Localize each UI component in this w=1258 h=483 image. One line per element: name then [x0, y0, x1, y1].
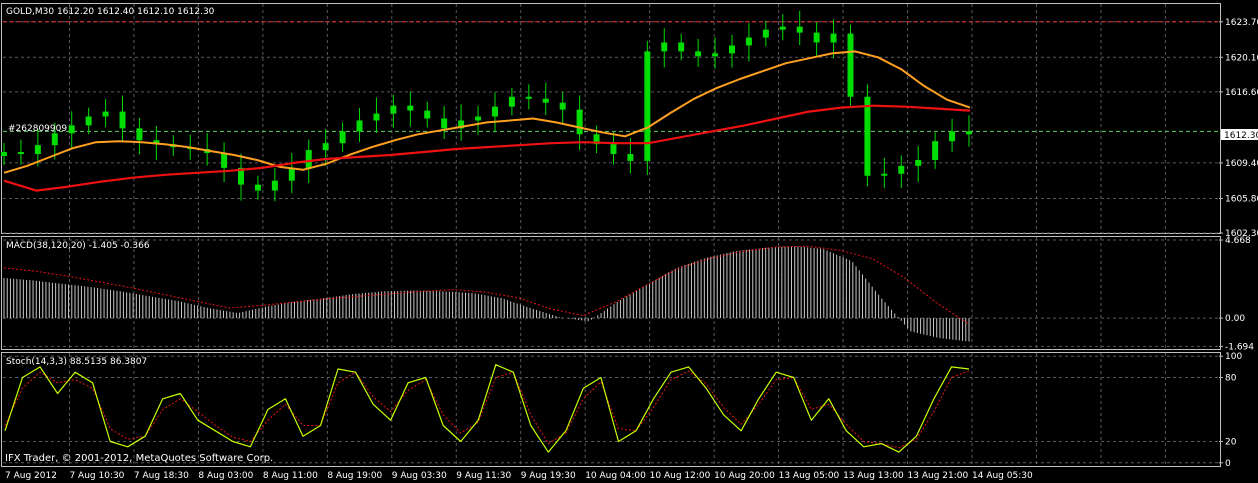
time-tick-label: 9 Aug 19:30 [521, 471, 576, 481]
time-tick-label: 13 Aug 13:00 [843, 471, 904, 481]
candle-body [864, 96, 871, 176]
trading-chart: 7 Aug 2012 7 Aug 10:30 7 Aug 18:30 8 Aug 03… [0, 0, 1258, 483]
y-tick-label: 20 [1225, 437, 1237, 447]
time-tick-label: 10 Aug 20:00 [714, 471, 775, 481]
time-tick-label: 10 Aug 04:00 [585, 471, 646, 481]
candle-body [678, 42, 685, 52]
y-tick-label: 1616.60 [1225, 88, 1258, 98]
stochastic-title: Stoch(14,3,3) 88.5135 86.3807 [6, 357, 147, 367]
chart-background [0, 0, 1258, 483]
time-tick-label: 8 Aug 03:00 [198, 471, 253, 481]
time-tick-label: 7 Aug 10:30 [69, 471, 124, 481]
time-tick-label: 14 Aug 05:30 [972, 471, 1033, 481]
candle-body [813, 32, 820, 43]
candle-body [288, 168, 295, 181]
candle-body [102, 111, 109, 117]
candle-body [68, 125, 75, 134]
time-tick-label: 9 Aug 11:30 [456, 471, 511, 481]
candle-body [441, 118, 448, 129]
time-tick-label: 7 Aug 18:30 [134, 471, 189, 481]
macd-title: MACD(38,120,20) -1.405 -0.366 [6, 241, 150, 251]
candle-body [525, 96, 532, 99]
copyright-label: IFX Trader, © 2001-2012, MetaQuotes Soft… [5, 453, 273, 464]
y-tick-label: 1620.10 [1225, 53, 1258, 63]
candle-body [796, 26, 803, 33]
y-tick-label: 1609.40 [1225, 159, 1258, 169]
candle-body [136, 128, 143, 141]
candle-body [119, 111, 126, 129]
candle-body [373, 113, 380, 121]
y-tick-label: 4.668 [1225, 236, 1251, 246]
current-price-label: 1612.30 [1224, 131, 1258, 141]
candle-body [915, 159, 922, 166]
candle-body [390, 105, 397, 114]
candle-body [305, 150, 312, 169]
candle-body [271, 180, 278, 191]
candle-body [34, 145, 41, 155]
candle-body [932, 141, 939, 160]
order-label: #262809909 [8, 124, 67, 134]
candle-body [356, 120, 363, 132]
candle-body [847, 33, 854, 97]
candle-body [745, 37, 752, 46]
candle-body [762, 29, 769, 38]
candle-body [424, 110, 431, 119]
candle-body [407, 105, 414, 111]
candle-body [576, 109, 583, 135]
time-tick-label: 8 Aug 11:00 [263, 471, 318, 481]
y-tick-label: 0.00 [1225, 314, 1245, 324]
candle-body [1, 152, 7, 157]
price-chart-title: GOLD,M30 1612.20 1612.40 1612.10 1612.30 [6, 7, 215, 17]
candle-body [881, 173, 888, 176]
candle-body [966, 131, 972, 135]
y-tick-label: 80 [1225, 374, 1237, 384]
time-tick-label: 13 Aug 21:00 [908, 471, 969, 481]
candle-body [949, 131, 956, 142]
time-tick-label: 7 Aug 2012 [5, 471, 57, 481]
candle-body [559, 102, 566, 110]
y-tick-label: 100 [1225, 352, 1242, 362]
y-tick-label: -1.694 [1225, 342, 1254, 352]
y-tick-label: 1605.80 [1225, 194, 1258, 204]
candle-body [610, 144, 617, 155]
candle-body [17, 152, 24, 155]
candle-body [491, 106, 498, 117]
candle-body [508, 96, 515, 107]
time-tick-label: 8 Aug 19:00 [327, 471, 382, 481]
time-tick-label: 10 Aug 12:00 [650, 471, 711, 481]
candle-body [475, 116, 482, 121]
candle-body [51, 133, 58, 146]
candle-body [542, 98, 549, 103]
candle-body [644, 51, 651, 161]
candle-body [830, 33, 837, 43]
candle-body [221, 153, 228, 168]
candle-body [712, 53, 719, 57]
candle-body [627, 154, 634, 161]
candle-body [898, 165, 905, 174]
candle-body [661, 42, 668, 52]
y-tick-label: 1623.70 [1225, 18, 1258, 28]
candle-body [322, 143, 329, 151]
y-tick-label: 0 [1225, 459, 1231, 469]
candle-body [695, 51, 702, 57]
time-tick-label: 13 Aug 05:00 [779, 471, 840, 481]
candle-body [85, 116, 92, 126]
candle-body [254, 184, 261, 191]
candle-body [339, 131, 346, 144]
candle-body [728, 45, 735, 54]
candle-body [779, 26, 786, 30]
time-tick-label: 9 Aug 03:30 [392, 471, 447, 481]
